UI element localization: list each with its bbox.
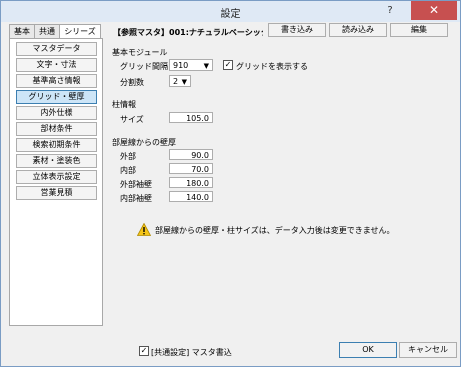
warning-text: 部屋線からの壁厚・柱サイズは、データ入力後は変更できません。: [155, 226, 395, 235]
show-grid-label: グリッドを表示する: [236, 62, 308, 71]
grid-spacing-label: グリッド間隔: [120, 62, 168, 71]
sidebar: マスタデータ 文字・寸法 基準高さ情報 グリッド・壁厚 内外仕様 部材条件 検索…: [9, 38, 103, 326]
show-grid-checkbox[interactable]: ✓: [223, 60, 233, 70]
settings-content: 基本モジュール グリッド間隔 910 ▼ ✓ グリッドを表示する 分割数 2 ▼…: [108, 38, 451, 324]
master-write-checkbox[interactable]: ✓: [139, 346, 149, 356]
tab-bar: 基本 共通 シリーズ: [9, 24, 101, 40]
warning-icon: [137, 223, 151, 236]
chevron-down-icon: ▼: [203, 62, 209, 70]
chevron-down-icon: ▼: [181, 78, 187, 86]
wall-exterior-label: 外部: [120, 152, 136, 161]
write-button[interactable]: 書き込み: [268, 23, 326, 37]
wall-exterior-wing-label: 外部袖壁: [120, 180, 152, 189]
wall-thickness-heading: 部屋線からの壁厚: [112, 138, 176, 147]
close-button[interactable]: ✕: [411, 1, 457, 20]
tab-common[interactable]: 共通: [34, 24, 60, 39]
sidebar-item-3d-display[interactable]: 立体表示設定: [16, 170, 97, 184]
wall-exterior-wing-field[interactable]: 180.0: [169, 177, 213, 188]
sidebar-item-interior-exterior[interactable]: 内外仕様: [16, 106, 97, 120]
wall-interior-wing-label: 内部袖壁: [120, 194, 152, 203]
wall-interior-label: 内部: [120, 166, 136, 175]
sidebar-item-text-dimensions[interactable]: 文字・寸法: [16, 58, 97, 72]
grid-spacing-value: 910: [173, 61, 189, 70]
divisions-select[interactable]: 2 ▼: [169, 75, 191, 87]
read-button[interactable]: 読み込み: [329, 23, 387, 37]
settings-dialog: 設定 ? ✕ 基本 共通 シリーズ マスタデータ 文字・寸法 基準高さ情報 グリ…: [0, 0, 461, 367]
sidebar-item-material-color[interactable]: 素材・塗装色: [16, 154, 97, 168]
ok-button[interactable]: OK: [339, 342, 397, 358]
tab-basic[interactable]: 基本: [9, 24, 35, 39]
sidebar-item-member-conditions[interactable]: 部材条件: [16, 122, 97, 136]
wall-interior-field[interactable]: 70.0: [169, 163, 213, 174]
sidebar-item-sales-estimate[interactable]: 営業見積: [16, 186, 97, 200]
edit-button[interactable]: 編集: [390, 23, 448, 37]
reference-master-label: 【参照マスタ】001:ナチュラルベーシック(3Dカタログ壁: [113, 28, 263, 37]
help-button[interactable]: ?: [373, 1, 407, 20]
basic-module-heading: 基本モジュール: [112, 48, 168, 57]
column-size-label: サイズ: [120, 115, 144, 124]
divisions-value: 2: [173, 77, 179, 86]
master-write-label: [共通設定] マスタ書込: [151, 348, 232, 357]
wall-interior-wing-field[interactable]: 140.0: [169, 191, 213, 202]
sidebar-item-grid-wall-thickness[interactable]: グリッド・壁厚: [16, 90, 97, 104]
grid-spacing-select[interactable]: 910 ▼: [169, 59, 213, 71]
cancel-button[interactable]: キャンセル: [399, 342, 457, 358]
column-size-field[interactable]: 105.0: [169, 112, 213, 123]
column-info-heading: 柱情報: [112, 100, 136, 109]
wall-exterior-field[interactable]: 90.0: [169, 149, 213, 160]
sidebar-item-search-defaults[interactable]: 検索初期条件: [16, 138, 97, 152]
sidebar-item-master-data[interactable]: マスタデータ: [16, 42, 97, 56]
title-bar: 設定 ? ✕: [1, 1, 460, 22]
sidebar-item-reference-height[interactable]: 基準高さ情報: [16, 74, 97, 88]
divisions-label: 分割数: [120, 78, 144, 87]
